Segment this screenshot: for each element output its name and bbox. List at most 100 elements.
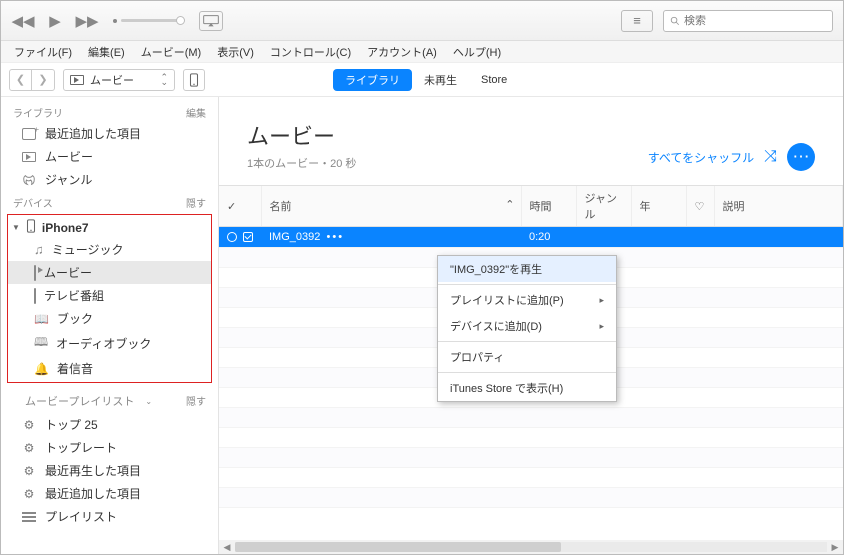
toolbar: ❮ ❯ ムービー ⌃⌄ ライブラリ 未再生 Store: [1, 63, 843, 97]
table-row[interactable]: IMG_0392 ••• 0:20: [219, 227, 843, 248]
col-check[interactable]: ✓: [219, 186, 261, 227]
device-header[interactable]: ▼ iPhone7: [8, 217, 211, 238]
device-button[interactable]: [183, 69, 205, 91]
sidebar-library-edit[interactable]: 編集: [186, 105, 206, 120]
col-year[interactable]: 年: [631, 186, 686, 227]
col-description[interactable]: 説明: [714, 186, 843, 227]
horizontal-scrollbar[interactable]: ◀ ▶: [219, 540, 843, 554]
search-field[interactable]: [684, 15, 826, 27]
media-type-label: ムービー: [90, 72, 154, 88]
table-row[interactable]: [219, 428, 843, 448]
sidebar-playlists-header[interactable]: ムービープレイリスト ⌄: [13, 389, 164, 411]
sidebar-devices-hide[interactable]: 隠す: [186, 195, 206, 210]
device-item-label: オーディオブック: [56, 335, 151, 352]
menu-account[interactable]: アカウント(A): [360, 42, 444, 62]
device-item-label: ブック: [57, 310, 93, 327]
audiobook-icon: 🕮: [34, 333, 48, 354]
cell-year: [631, 227, 686, 248]
device-item-music[interactable]: ♫ ミュージック: [8, 238, 211, 261]
ctx-show-store[interactable]: iTunes Store で表示(H): [438, 375, 616, 401]
sidebar-item-label: ジャンル: [45, 171, 92, 188]
ctx-add-device[interactable]: デバイスに追加(D)▸: [438, 313, 616, 339]
media-type-select[interactable]: ムービー ⌃⌄: [63, 69, 175, 91]
nav-back-button[interactable]: ❮: [10, 70, 32, 90]
recent-icon: [22, 128, 36, 140]
scroll-right-button[interactable]: ▶: [827, 542, 843, 553]
device-item-movies[interactable]: ムービー: [8, 261, 211, 284]
sort-ascending-icon: ⌃: [505, 198, 514, 211]
table-row[interactable]: [219, 488, 843, 508]
more-options-button[interactable]: ⋯: [787, 143, 815, 171]
playlist-item-playlist[interactable]: プレイリスト: [1, 505, 218, 528]
table-row[interactable]: [219, 448, 843, 468]
tv-icon: [34, 288, 36, 304]
sidebar-item-recent[interactable]: 最近追加した項目: [1, 122, 218, 145]
chevron-right-icon: ▸: [599, 295, 604, 306]
sidebar-devices-header: デバイス: [13, 195, 53, 210]
volume-slider[interactable]: [113, 19, 181, 23]
playlist-item-recent-played[interactable]: ⚙ 最近再生した項目: [1, 459, 218, 482]
menu-controls[interactable]: コントロール(C): [263, 42, 358, 62]
cell-time: 0:20: [521, 227, 576, 248]
player-bar: ◀◀ ▶ ▶▶ ≡: [1, 1, 843, 41]
tab-unplayed[interactable]: 未再生: [412, 69, 469, 91]
genre-icon: [21, 173, 37, 187]
sidebar-item-movies[interactable]: ムービー: [1, 145, 218, 168]
scroll-left-button[interactable]: ◀: [219, 542, 235, 553]
tab-store[interactable]: Store: [469, 69, 519, 91]
movie-icon: [70, 75, 84, 85]
menu-view[interactable]: 表示(V): [210, 42, 261, 62]
col-heart[interactable]: ♡: [686, 186, 714, 227]
ctx-add-playlist[interactable]: プレイリストに追加(P)▸: [438, 287, 616, 313]
device-item-books[interactable]: 📖 ブック: [8, 307, 211, 330]
menu-file[interactable]: ファイル(F): [7, 42, 79, 62]
list-view-button[interactable]: ≡: [621, 10, 653, 32]
sidebar-item-label: ムービー: [45, 148, 93, 165]
row-more-button[interactable]: •••: [327, 231, 345, 243]
col-name[interactable]: 名前⌃: [261, 186, 521, 227]
rewind-button[interactable]: ◀◀: [9, 7, 37, 35]
sidebar-item-label: 最近追加した項目: [45, 125, 141, 142]
device-item-ringtones[interactable]: 🔔 着信音: [8, 357, 211, 380]
bell-icon: 🔔: [34, 362, 49, 376]
playlist-item-recent-added[interactable]: ⚙ 最近追加した項目: [1, 482, 218, 505]
list-icon: [22, 512, 36, 522]
sidebar-item-genres[interactable]: ジャンル: [1, 168, 218, 191]
chevron-right-icon: ▸: [599, 321, 604, 332]
airplay-button[interactable]: [199, 11, 223, 31]
device-item-tv[interactable]: テレビ番組: [8, 284, 211, 307]
search-input[interactable]: [663, 10, 833, 32]
page-title: ムービー: [247, 119, 356, 151]
status-circle-icon: [227, 232, 237, 242]
device-item-label: 着信音: [57, 360, 93, 377]
play-button[interactable]: ▶: [41, 7, 69, 35]
playlist-item-toprated[interactable]: ⚙ トップレート: [1, 436, 218, 459]
nav-forward-button[interactable]: ❯: [32, 70, 54, 90]
context-menu: "IMG_0392"を再生 プレイリストに追加(P)▸ デバイスに追加(D)▸ …: [437, 255, 617, 402]
sidebar-playlists-hide[interactable]: 隠す: [186, 393, 206, 408]
playlist-item-label: 最近再生した項目: [45, 462, 141, 479]
ctx-properties[interactable]: プロパティ: [438, 344, 616, 370]
menu-help[interactable]: ヘルプ(H): [446, 42, 508, 62]
gear-icon: ⚙: [21, 487, 37, 501]
movie-icon: [34, 265, 36, 281]
playlist-item-top25[interactable]: ⚙ トップ 25: [1, 413, 218, 436]
playlist-item-label: プレイリスト: [45, 508, 117, 525]
checked-icon: [243, 232, 253, 242]
playlist-item-label: トップレート: [45, 439, 117, 456]
table-row[interactable]: [219, 468, 843, 488]
col-genre[interactable]: ジャンル: [576, 186, 631, 227]
menu-edit[interactable]: 編集(E): [81, 42, 132, 62]
menu-movie[interactable]: ムービー(M): [134, 42, 209, 62]
device-item-audiobooks[interactable]: 🕮 オーディオブック: [8, 330, 211, 357]
sidebar-library-header: ライブラリ: [13, 105, 63, 120]
tab-library[interactable]: ライブラリ: [333, 69, 412, 91]
table-row[interactable]: [219, 408, 843, 428]
device-item-label: テレビ番組: [44, 287, 104, 304]
fast-forward-button[interactable]: ▶▶: [73, 7, 101, 35]
col-time[interactable]: 時間: [521, 186, 576, 227]
chevron-down-icon: ⌄: [145, 397, 152, 406]
ctx-play[interactable]: "IMG_0392"を再生: [438, 256, 616, 282]
shuffle-all-button[interactable]: すべてをシャッフル: [648, 149, 754, 166]
shuffle-icon: ⤨: [764, 148, 777, 166]
